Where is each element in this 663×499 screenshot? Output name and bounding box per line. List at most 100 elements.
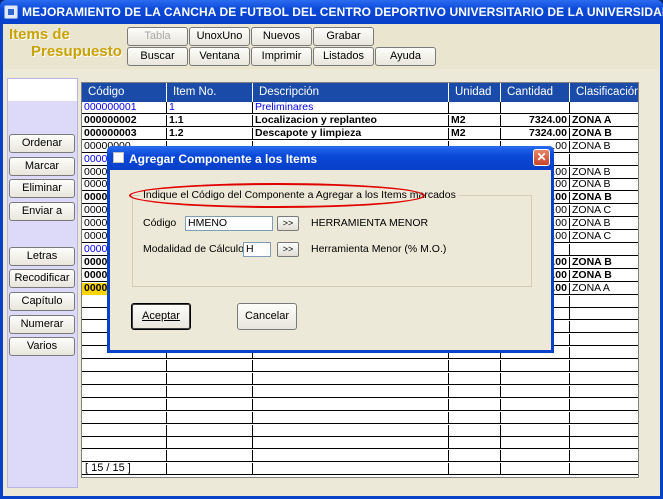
cell-codigo <box>82 398 167 411</box>
modalidad-input[interactable]: H <box>243 242 271 257</box>
table-row[interactable] <box>82 360 638 372</box>
cell-item <box>167 463 253 476</box>
cell-unidad <box>449 398 501 411</box>
cell-clas <box>570 412 638 424</box>
cell-unidad <box>449 385 501 398</box>
cell-desc <box>253 450 449 463</box>
cell-desc <box>253 463 449 476</box>
ordenar-button[interactable]: Ordenar <box>9 134 75 153</box>
dialog-body: Indique el Código del Componente a Agreg… <box>110 170 551 350</box>
cell-clas <box>570 360 638 372</box>
cell-cantidad <box>501 450 570 463</box>
column-header-item[interactable]: Item No. <box>167 83 253 102</box>
codigo-browse-button[interactable]: >> <box>277 216 299 231</box>
column-header-descripcion[interactable]: Descripción <box>253 83 449 102</box>
unoxuno-button[interactable]: UnoxUno <box>189 27 250 46</box>
column-header-clasificacion[interactable]: Clasificación <box>570 83 638 102</box>
column-header-codigo[interactable]: Código <box>82 83 167 102</box>
marcar-button[interactable]: Marcar <box>9 157 75 176</box>
cell-cantidad <box>501 411 570 424</box>
cell-item: 1.2 <box>167 127 253 140</box>
listados-button[interactable]: Listados <box>313 47 374 66</box>
column-header-cantidad[interactable]: Cantidad <box>501 83 570 102</box>
table-row[interactable] <box>82 424 638 437</box>
cell-item <box>167 411 253 424</box>
highlight-ellipse <box>129 183 425 208</box>
close-icon[interactable]: ✕ <box>533 149 550 166</box>
ventana-button[interactable]: Ventana <box>189 47 250 66</box>
cell-cantidad <box>501 398 570 411</box>
cell-clas: ZONA B <box>572 127 612 139</box>
aceptar-button[interactable]: Aceptar <box>131 303 191 330</box>
cell-clas <box>570 450 638 462</box>
cancelar-button[interactable]: Cancelar <box>237 303 297 330</box>
numerar-button[interactable]: Numerar <box>9 315 75 334</box>
dialog-titlebar[interactable]: Agregar Componente a los Items ✕ <box>107 146 554 170</box>
page-title: Items de Presupuesto <box>9 26 122 60</box>
cell-desc: Localizacion y replanteo <box>253 114 449 127</box>
letras-button[interactable]: Letras <box>9 247 75 266</box>
cell-item <box>167 424 253 437</box>
cell-codigo <box>82 424 167 437</box>
cell-clas: ZONA B <box>572 166 611 178</box>
table-row[interactable]: 000000002 1.1 Localizacion y replanteo M2 73… <box>82 114 638 127</box>
cell-unidad <box>449 424 501 437</box>
table-row[interactable] <box>82 398 638 411</box>
cell-cantidad <box>501 360 570 372</box>
cell-item <box>167 450 253 463</box>
table-row[interactable] <box>82 450 638 463</box>
cell-clas <box>570 373 638 385</box>
buscar-button[interactable]: Buscar <box>127 47 188 66</box>
cell-item <box>167 385 253 398</box>
eliminar-button[interactable]: Eliminar <box>9 179 75 198</box>
cell-item <box>167 360 253 372</box>
table-row[interactable] <box>82 437 638 450</box>
agregar-componente-dialog: Agregar Componente a los Items ✕ Indique… <box>107 146 554 353</box>
cell-unidad: M2 <box>449 127 501 140</box>
component-groupbox <box>132 195 532 287</box>
ayuda-button[interactable]: Ayuda <box>375 47 436 66</box>
modalidad-description: Herramienta Menor (% M.O.) <box>311 243 447 255</box>
cell-codigo <box>82 372 167 385</box>
cell-desc <box>253 385 449 398</box>
codigo-description: HERRAMIENTA MENOR <box>311 217 429 229</box>
column-header-unidad[interactable]: Unidad <box>449 83 501 102</box>
imprimir-button[interactable]: Imprimir <box>251 47 312 66</box>
enviar-a-button[interactable]: Enviar a <box>9 202 75 221</box>
cell-item <box>167 372 253 385</box>
recodificar-button[interactable]: Recodificar <box>9 269 75 288</box>
table-row[interactable] <box>82 411 638 424</box>
cell-clas <box>570 463 638 475</box>
table-row[interactable] <box>82 372 638 385</box>
capitulo-button[interactable]: Capítulo <box>9 292 75 311</box>
modalidad-browse-button[interactable]: >> <box>277 242 299 257</box>
cell-codigo <box>82 360 167 372</box>
cell-clas: ZONA B <box>572 256 612 268</box>
cell-cantidad <box>501 102 570 114</box>
varios-button[interactable]: Varios <box>9 337 75 356</box>
table-row[interactable] <box>82 463 638 476</box>
grabar-button[interactable]: Grabar <box>313 27 374 46</box>
page-title-line1: Items de <box>9 26 70 43</box>
cell-clas: ZONA B <box>572 140 611 152</box>
nuevos-button[interactable]: Nuevos <box>251 27 312 46</box>
cell-clas: ZONA B <box>572 269 612 281</box>
cell-clas <box>570 308 638 320</box>
cell-desc <box>253 398 449 411</box>
window-titlebar[interactable]: MEJORAMIENTO DE LA CANCHA DE FUTBOL DEL … <box>0 0 663 24</box>
cell-clas <box>570 399 638 411</box>
window-title: MEJORAMIENTO DE LA CANCHA DE FUTBOL DEL … <box>22 5 663 19</box>
tabla-button[interactable]: Tabla <box>127 27 188 46</box>
cell-codigo: 000000003 <box>82 127 167 140</box>
cell-clas <box>570 437 638 449</box>
table-row[interactable]: 000000003 1.2 Descapote y limpieza M2 7324.0… <box>82 127 638 140</box>
cell-clas <box>570 321 638 333</box>
cell-codigo <box>82 411 167 424</box>
cell-item <box>167 398 253 411</box>
codigo-input[interactable]: HMENO <box>185 216 273 231</box>
table-row[interactable] <box>82 385 638 398</box>
cell-unidad <box>449 437 501 450</box>
cell-cantidad: 7324.00 <box>501 114 570 127</box>
cell-clas <box>570 334 638 346</box>
table-row[interactable]: 000000001 1 Preliminares <box>82 102 638 114</box>
